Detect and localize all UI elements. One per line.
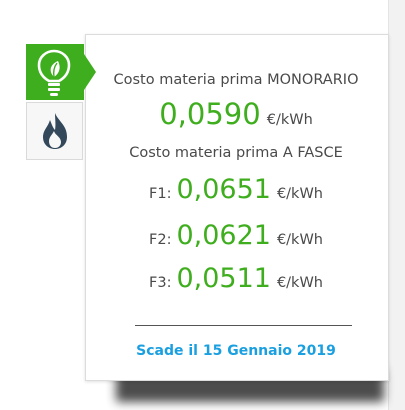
fasce-label: Costo materia prima A FASCE <box>129 145 343 161</box>
band-label: F3: <box>149 275 172 291</box>
band-label: F2: <box>149 232 172 248</box>
band-row-f1: F1: 0,0651 €/kWh <box>86 174 386 205</box>
band-label: F1: <box>149 186 172 202</box>
band-unit: €/kWh <box>276 275 323 291</box>
band-row-f3: F3: 0,0511 €/kWh <box>86 263 386 294</box>
monorario-price-row: 0,0590 €/kWh <box>86 97 386 131</box>
band-row-f2: F2: 0,0621 €/kWh <box>86 220 386 251</box>
band-unit: €/kWh <box>276 186 323 202</box>
lightbulb-leaf-icon <box>32 47 78 101</box>
divider <box>135 325 352 326</box>
page-edge <box>388 0 405 410</box>
band-price: 0,0651 <box>176 174 271 205</box>
flame-icon <box>37 111 73 155</box>
monorario-unit: €/kWh <box>266 112 313 128</box>
band-price: 0,0511 <box>176 263 271 294</box>
tab-electricity[interactable] <box>26 44 96 101</box>
tab-gas[interactable] <box>26 102 83 160</box>
band-unit: €/kWh <box>276 232 323 248</box>
monorario-price: 0,0590 <box>159 97 261 131</box>
expiry-link[interactable]: Scade il 15 Gennaio 2019 <box>86 343 386 359</box>
band-price: 0,0621 <box>176 220 271 251</box>
monorario-label: Costo materia prima MONORARIO <box>113 72 359 88</box>
